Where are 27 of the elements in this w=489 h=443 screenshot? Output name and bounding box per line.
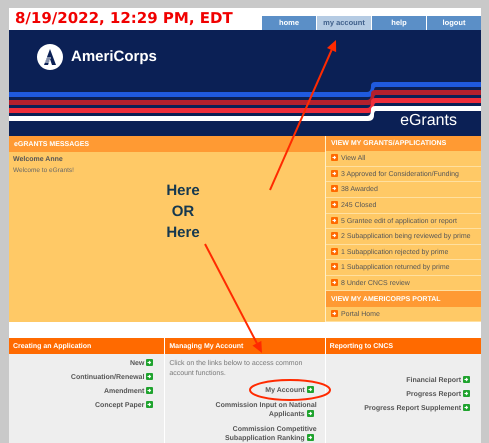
arrow-icon <box>146 387 154 394</box>
arrow-icon <box>331 263 338 270</box>
arrow-icon <box>463 404 470 411</box>
arrow-icon <box>306 386 314 393</box>
arrow-icon <box>146 401 154 408</box>
brand-name: AmeriCorps <box>71 48 157 66</box>
arrow-icon <box>331 185 338 192</box>
timestamp: 8/19/2022, 12:29 PM, EDT <box>15 8 233 27</box>
arrow-icon <box>146 359 154 366</box>
callout-text: Here <box>166 223 200 244</box>
arrow-icon <box>331 201 338 208</box>
arrow-icon <box>331 248 338 255</box>
arrow-icon <box>306 434 314 441</box>
arrow-icon <box>146 373 154 380</box>
callout-text: Here <box>166 181 200 202</box>
callout-text: OR <box>172 202 194 222</box>
arrow-icon <box>331 154 338 162</box>
logo-icon <box>37 44 63 70</box>
arrow-icon <box>331 170 338 177</box>
arrow-icon <box>463 376 470 383</box>
arrow-icon <box>463 390 470 397</box>
arrow-icon <box>331 310 338 317</box>
arrow-icon <box>331 278 338 286</box>
arrow-icon <box>331 216 338 224</box>
arrow-icon <box>331 232 338 240</box>
product-name: eGrants <box>400 112 457 130</box>
arrow-icon <box>306 410 314 417</box>
